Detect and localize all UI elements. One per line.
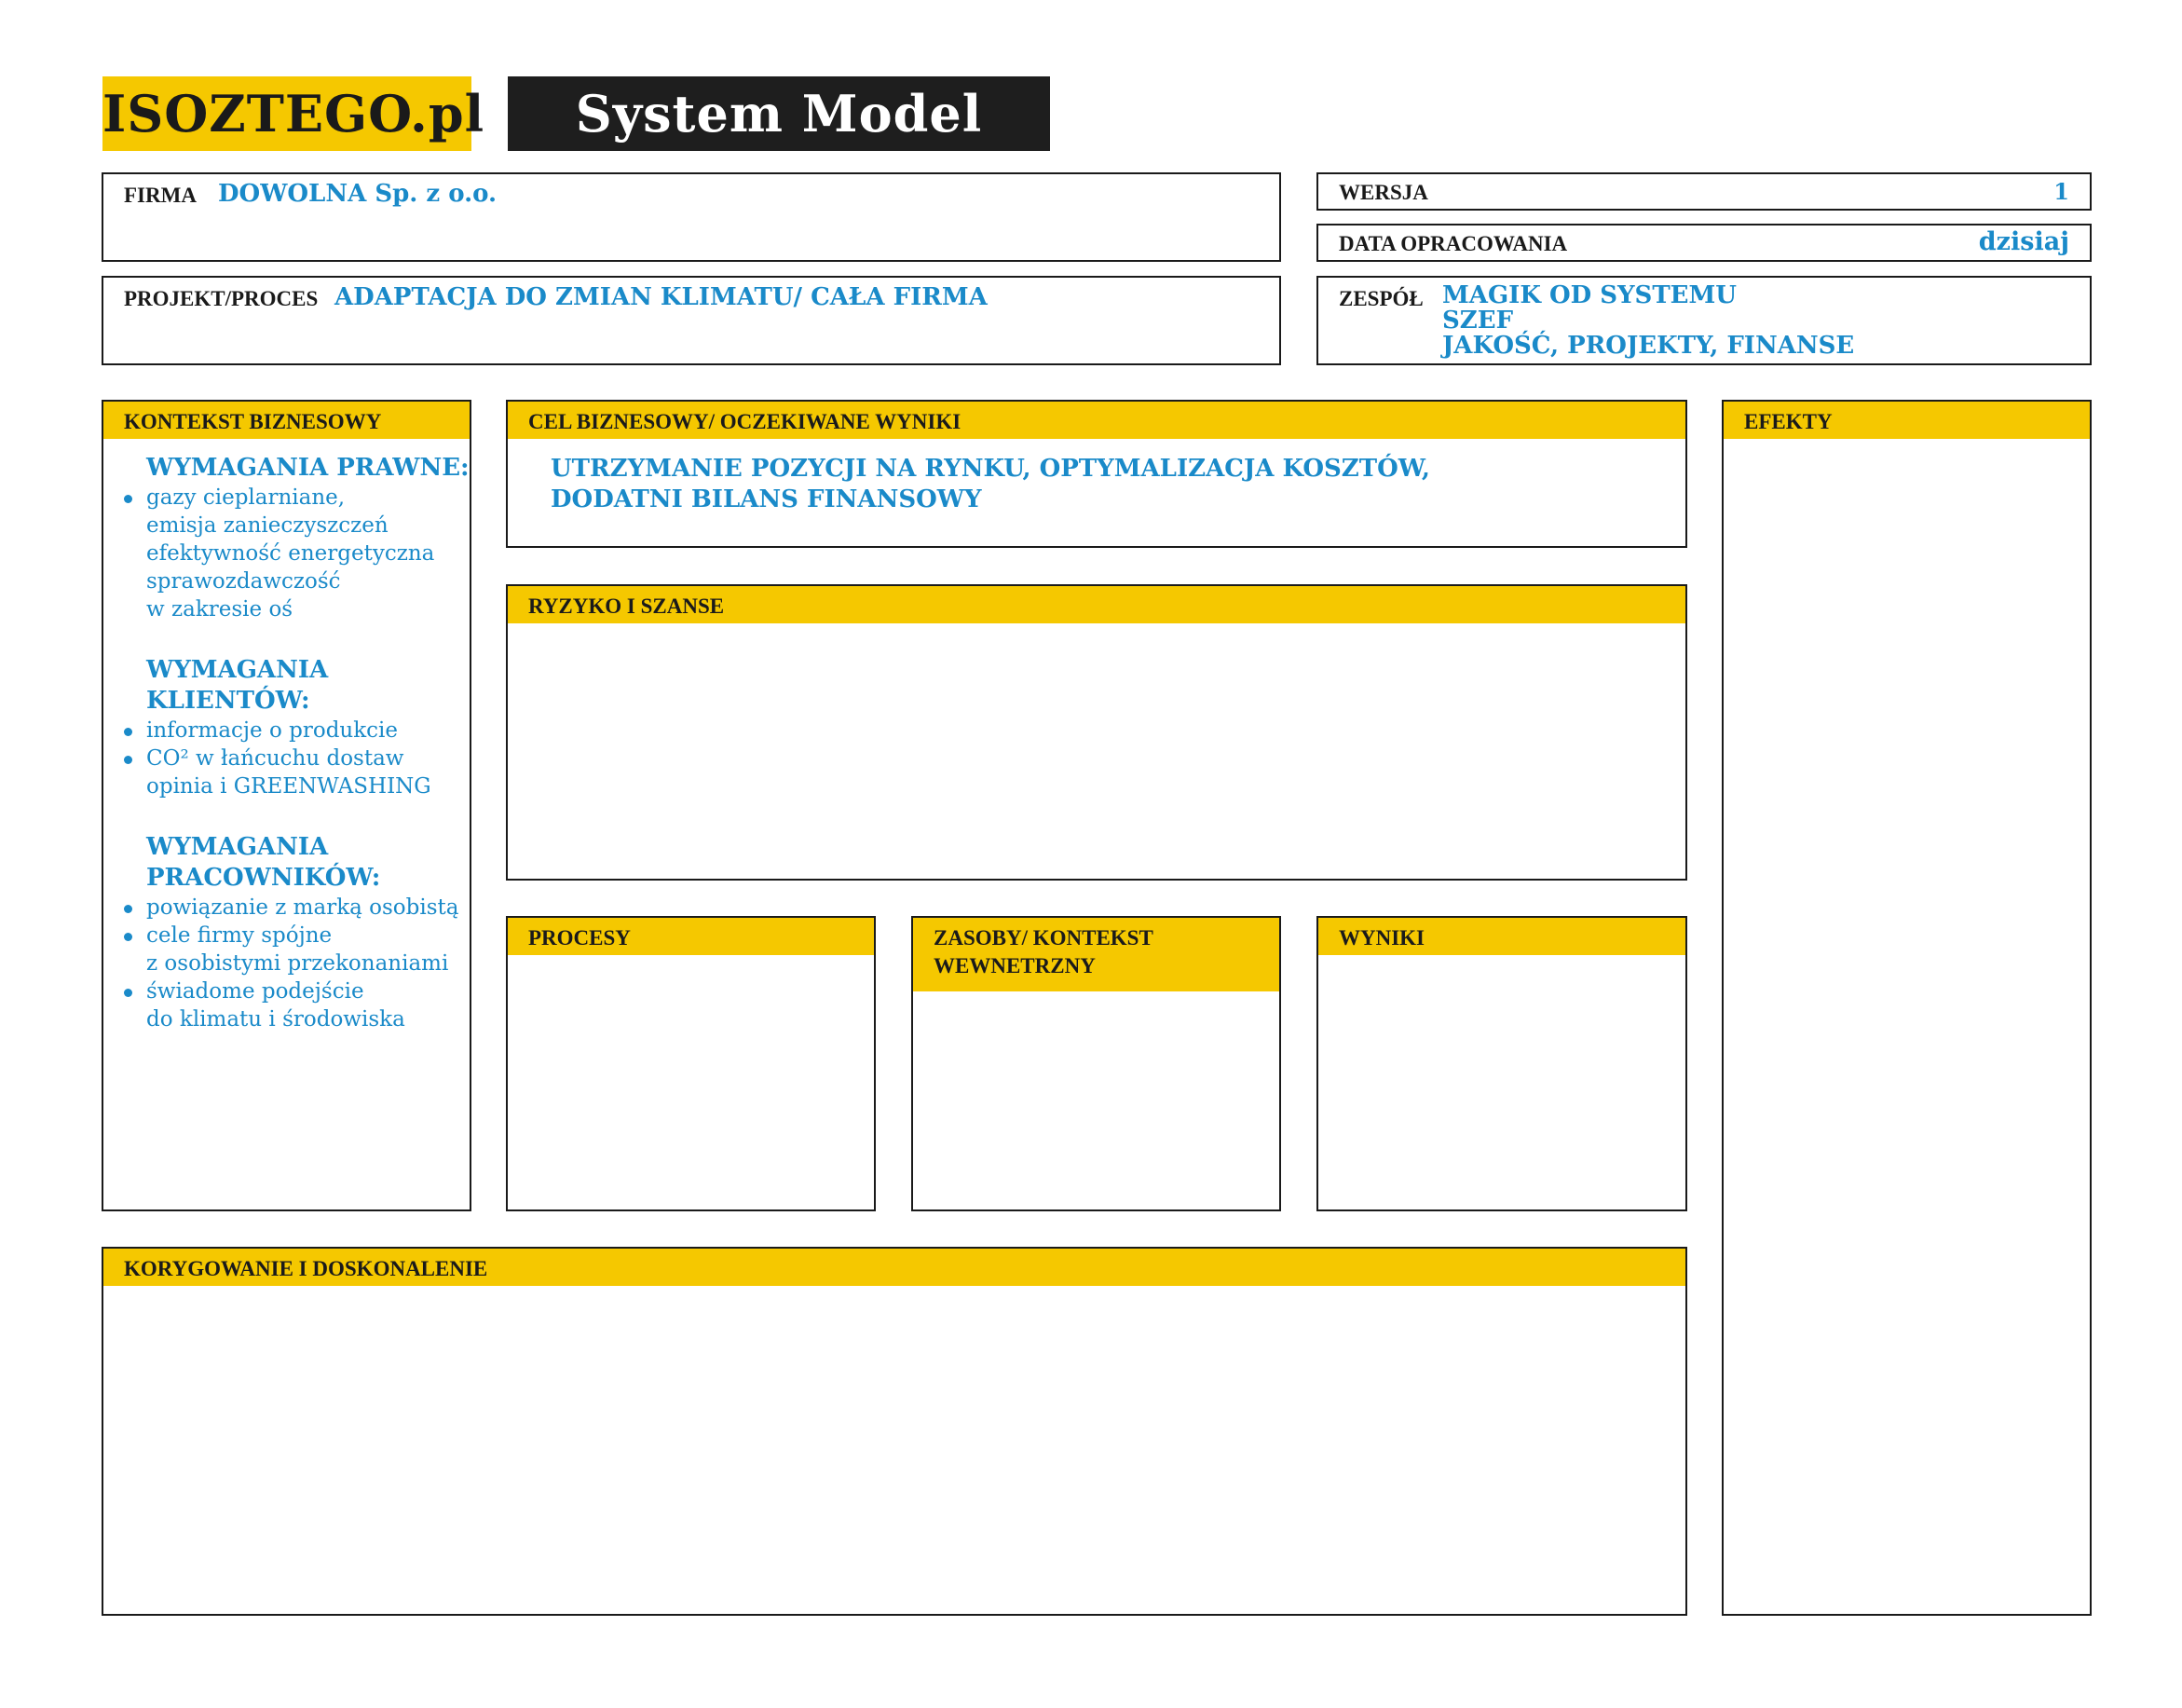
list-item-continuation: do klimatu i środowiska [146, 1007, 405, 1032]
cel-line: UTRZYMANIE POZYCJI NA RYNKU, OPTYMALIZAC… [551, 455, 1430, 483]
list-item: CO² w łańcuchu dostaw [103, 745, 470, 772]
cel-line: DODATNI BILANS FINANSOWY [551, 485, 982, 513]
list-item: powiązanie z marką osobistą [103, 894, 470, 922]
projekt-value: ADAPTACJA DO ZMIAN KLIMATU/ CAŁA FIRMA [334, 283, 988, 311]
data-opracowania-label: DATA OPRACOWANIA [1339, 232, 1568, 255]
list-item-continuation: efektywność energetyczna [146, 541, 435, 566]
list-item: gazy cieplarniane, [103, 484, 470, 512]
wymagania-pracownikow-heading-cont: PRACOWNIKÓW: [146, 864, 381, 892]
section-header: KONTEKST BIZNESOWY [103, 402, 470, 439]
list-item-continuation: z osobistymi przekonaniami [146, 951, 449, 976]
wersja-value: 1 [2053, 178, 2069, 205]
section-header: PROCESY [508, 918, 874, 955]
section-header: KORYGOWANIE I DOSKONALENIE [103, 1249, 1685, 1286]
ryzyko-i-szanse-section[interactable]: RYZYKO I SZANSE [506, 584, 1687, 881]
wersja-label: WERSJA [1339, 181, 1428, 204]
efekty-section[interactable]: EFEKTY [1722, 400, 2092, 1616]
wymagania-prawne-heading: WYMAGANIA PRAWNE: [146, 454, 470, 482]
firma-field[interactable]: FIRMA DOWOLNA Sp. z o.o. [102, 172, 1281, 262]
wersja-field[interactable]: WERSJA 1 [1316, 172, 2092, 211]
bullet-icon [124, 933, 132, 941]
section-header: ZASOBY/ KONTEKST WEWNETRZNY [913, 918, 1279, 991]
list-item-continuation: w zakresie oś [146, 597, 293, 622]
section-header-line: WEWNETRZNY [934, 954, 1096, 977]
zespol-field[interactable]: ZESPÓŁ MAGIK OD SYSTEMU SZEF JAKOŚĆ, PRO… [1316, 276, 2092, 365]
section-header: RYZYKO I SZANSE [508, 586, 1685, 623]
firma-label: FIRMA [124, 184, 197, 207]
bullet-icon [124, 728, 132, 736]
data-opracowania-field[interactable]: DATA OPRACOWANIA dzisiaj [1316, 224, 2092, 262]
list-item: cele firmy spójne [103, 922, 470, 950]
page-title: System Model Canvas [508, 76, 1050, 218]
list-item-continuation: sprawozdawczość [146, 569, 341, 594]
wyniki-section[interactable]: WYNIKI [1316, 916, 1687, 1211]
procesy-section[interactable]: PROCESY [506, 916, 876, 1211]
list-item: informacje o produkcie [103, 717, 470, 745]
section-header: WYNIKI [1318, 918, 1685, 955]
bullet-icon [124, 905, 132, 913]
cel-biznesowy-section[interactable]: CEL BIZNESOWY/ OCZEKIWANE WYNIKI UTRZYMA… [506, 400, 1687, 548]
section-header-line: ZASOBY/ KONTEKST [934, 926, 1153, 950]
logo: ISOZTEGO.pl [102, 76, 484, 151]
list-item-continuation: emisja zanieczyszczeń [146, 513, 389, 538]
list-item-continuation: opinia i GREENWASHING [146, 774, 431, 799]
zespol-member: SZEF [1442, 307, 1514, 335]
section-header: EFEKTY [1724, 402, 2090, 439]
bullet-icon [124, 756, 132, 764]
list-item: świadome podejście [103, 977, 470, 1005]
data-opracowania-value: dzisiaj [1978, 227, 2069, 256]
korygowanie-section[interactable]: KORYGOWANIE I DOSKONALENIE [102, 1247, 1687, 1616]
zespol-member: MAGIK OD SYSTEMU [1442, 281, 1737, 309]
zespol-label: ZESPÓŁ [1339, 287, 1424, 310]
wymagania-pracownikow-heading: WYMAGANIA [146, 833, 329, 861]
bullet-icon [124, 495, 132, 503]
bullet-icon [124, 989, 132, 997]
projekt-field[interactable]: PROJEKT/PROCES ADAPTACJA DO ZMIAN KLIMAT… [102, 276, 1281, 365]
zespol-member: JAKOŚĆ, PROJEKTY, FINANSE [1442, 332, 1855, 360]
projekt-label: PROJEKT/PROCES [124, 287, 319, 310]
wymagania-klientow-heading: WYMAGANIA KLIENTÓW: [146, 656, 329, 715]
section-header: CEL BIZNESOWY/ OCZEKIWANE WYNIKI [508, 402, 1685, 439]
kontekst-biznesowy-section[interactable]: KONTEKST BIZNESOWY WYMAGANIA PRAWNE: gaz… [102, 400, 471, 1211]
firma-value: DOWOLNA Sp. z o.o. [218, 180, 498, 208]
zasoby-section[interactable]: ZASOBY/ KONTEKST WEWNETRZNY [911, 916, 1281, 1211]
